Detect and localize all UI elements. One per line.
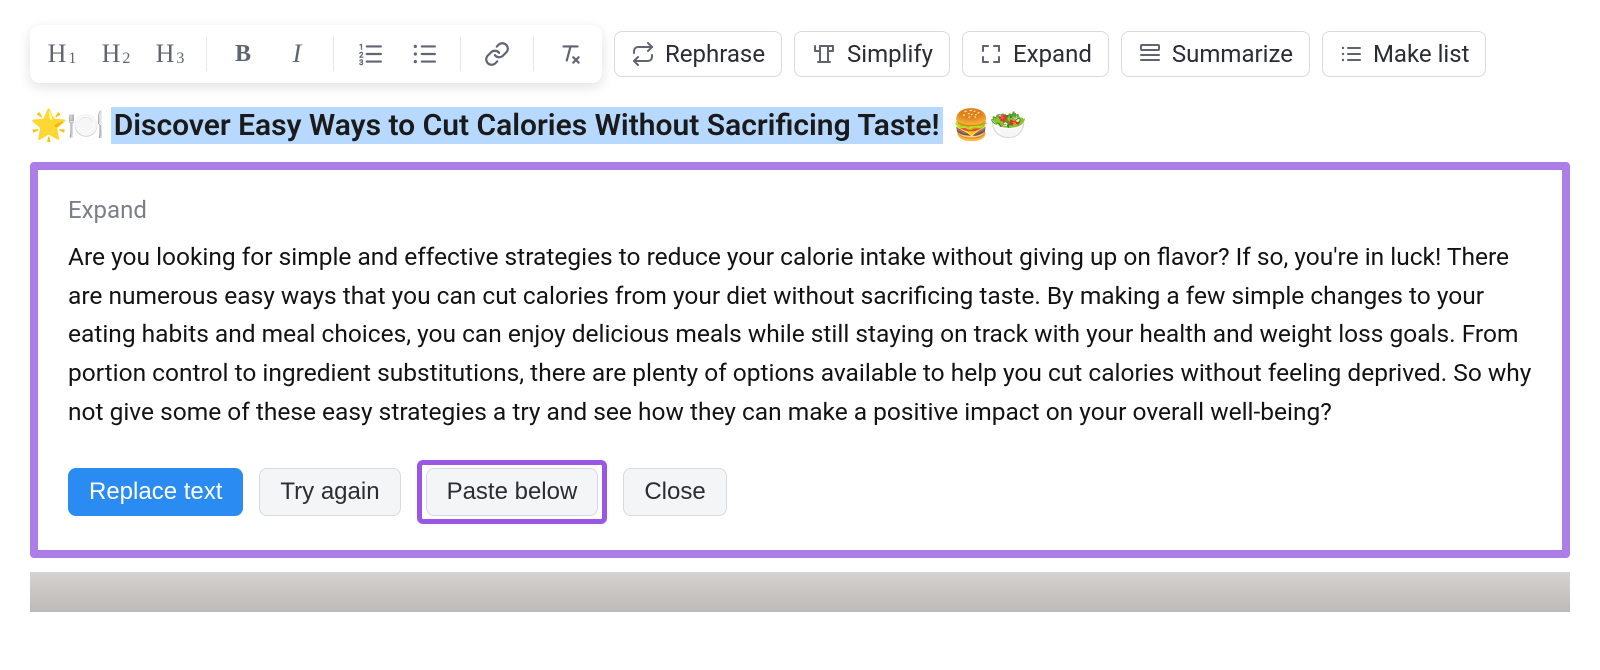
toolbar-divider (206, 37, 207, 71)
headline-emoji-left: 🌟🍽️ (30, 108, 105, 143)
bold-button[interactable]: B (223, 35, 263, 73)
simplify-icon (811, 42, 837, 66)
link-icon (484, 41, 510, 67)
clear-format-button[interactable] (550, 35, 590, 73)
unordered-list-button[interactable] (404, 35, 444, 73)
simplify-label: Simplify (847, 40, 933, 68)
headline-text: Discover Easy Ways to Cut Calories Witho… (111, 107, 943, 144)
make-list-button[interactable]: Make list (1322, 31, 1487, 77)
rephrase-button[interactable]: Rephrase (614, 31, 782, 77)
rephrase-label: Rephrase (665, 40, 765, 68)
headline-emoji-right: 🍔🥗 (953, 108, 1028, 143)
expand-icon (979, 42, 1003, 66)
formatting-toolbar: H1 H2 H3 B I 1 2 3 (30, 25, 602, 83)
simplify-button[interactable]: Simplify (794, 31, 950, 77)
summarize-button[interactable]: Summarize (1121, 31, 1310, 77)
replace-text-button[interactable]: Replace text (68, 468, 243, 516)
paste-below-highlight: Paste below (417, 460, 608, 524)
summarize-icon (1138, 42, 1162, 66)
italic-button[interactable]: I (277, 35, 317, 73)
unordered-list-icon (411, 41, 437, 67)
panel-title: Expand (68, 196, 1532, 224)
expand-button[interactable]: Expand (962, 31, 1109, 77)
close-button[interactable]: Close (623, 468, 726, 516)
ordered-list-button[interactable]: 1 2 3 (350, 35, 390, 73)
svg-text:3: 3 (359, 58, 363, 67)
make-list-label: Make list (1373, 40, 1470, 68)
heading3-button[interactable]: H3 (150, 35, 190, 73)
toolbar-divider (460, 37, 461, 71)
ordered-list-icon: 1 2 3 (357, 41, 383, 67)
rephrase-icon (631, 42, 655, 66)
document-headline[interactable]: 🌟🍽️ Discover Easy Ways to Cut Calories W… (30, 107, 1570, 144)
expand-label: Expand (1013, 40, 1092, 68)
image-placeholder (30, 572, 1570, 612)
toolbar-divider (533, 37, 534, 71)
paste-below-button[interactable]: Paste below (426, 468, 599, 516)
heading1-button[interactable]: H1 (42, 35, 82, 73)
try-again-button[interactable]: Try again (259, 468, 400, 516)
panel-body: Are you looking for simple and effective… (68, 238, 1532, 432)
summarize-label: Summarize (1172, 40, 1293, 68)
heading2-button[interactable]: H2 (96, 35, 136, 73)
toolbar-divider (333, 37, 334, 71)
link-button[interactable] (477, 35, 517, 73)
toolbar: H1 H2 H3 B I 1 2 3 (30, 25, 1570, 83)
expand-panel: Expand Are you looking for simple and ef… (30, 162, 1570, 558)
clear-format-icon (557, 41, 583, 67)
make-list-icon (1339, 42, 1363, 66)
panel-actions: Replace text Try again Paste below Close (68, 460, 1532, 524)
